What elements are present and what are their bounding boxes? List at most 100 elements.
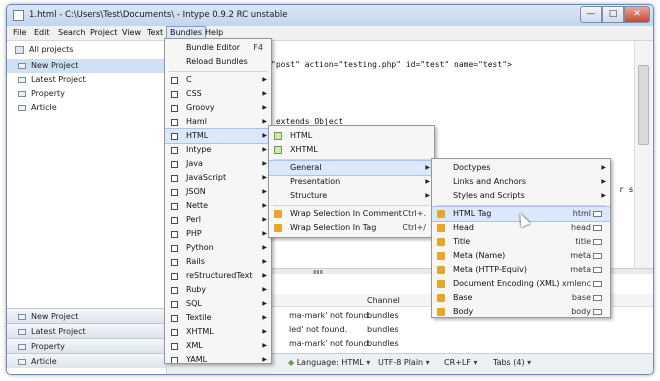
menu-item-styles-scripts[interactable]: Styles and Scripts ▶ bbox=[432, 189, 610, 203]
bundle-item[interactable]: reStructuredText ▶ bbox=[165, 269, 271, 283]
command-icon bbox=[274, 210, 282, 218]
console-message: ma-mark' not found. bbox=[289, 339, 372, 348]
bundle-icon bbox=[171, 343, 178, 350]
bundle-item[interactable]: Haml ▶ bbox=[165, 115, 271, 129]
bundle-icon bbox=[171, 161, 178, 168]
bundle-item-html[interactable]: HTML ▶ bbox=[165, 128, 271, 144]
snippet-item[interactable]: Document Encoding (XML) xmlenc bbox=[432, 277, 610, 291]
menu-file[interactable]: File bbox=[13, 28, 26, 37]
bundle-icon bbox=[171, 287, 178, 294]
sidebar-tab[interactable]: Latest Project bbox=[7, 323, 167, 338]
html-submenu: HTML XHTML General ▶ Presentation ▶ Struct… bbox=[268, 125, 435, 238]
project-icon bbox=[18, 344, 26, 350]
snippet-item[interactable]: Title title bbox=[432, 235, 610, 249]
menu-item-wrap-comment[interactable]: Wrap Selection In Comment Ctrl+. bbox=[269, 207, 434, 221]
bundle-icon bbox=[171, 147, 178, 154]
menu-item-reload-bundles[interactable]: Reload Bundles bbox=[165, 55, 271, 69]
snippet-item[interactable]: Meta (HTTP-Equiv) meta bbox=[432, 263, 610, 277]
menu-item-links-anchors[interactable]: Links and Anchors ▶ bbox=[432, 175, 610, 189]
snippet-item[interactable]: Meta (Name) meta bbox=[432, 249, 610, 263]
project-item[interactable]: Latest Project bbox=[7, 73, 167, 87]
command-icon bbox=[274, 224, 282, 232]
tab-key-icon bbox=[593, 308, 602, 315]
maximize-button[interactable]: □ bbox=[602, 6, 624, 23]
sidebar-tab[interactable]: Property bbox=[7, 338, 167, 353]
sidebar-tab[interactable]: New Project bbox=[7, 308, 167, 323]
snippet-icon bbox=[437, 294, 445, 302]
all-projects-header[interactable]: All projects bbox=[7, 43, 167, 57]
bundle-icon bbox=[171, 273, 178, 280]
project-item[interactable]: New Project bbox=[7, 59, 167, 73]
menu-item-xhtml[interactable]: XHTML bbox=[269, 143, 434, 157]
bundle-item[interactable]: YAML ▶ bbox=[165, 353, 271, 363]
menu-item-html[interactable]: HTML bbox=[269, 129, 434, 143]
line-ending-selector[interactable]: CR+LF ▾ bbox=[444, 358, 477, 367]
bundle-icon bbox=[171, 105, 178, 112]
menu-search[interactable]: Search bbox=[58, 28, 85, 37]
bundle-icon bbox=[171, 301, 178, 308]
tabs-selector[interactable]: Tabs (4) ▾ bbox=[493, 358, 531, 367]
snippet-item[interactable]: Body body bbox=[432, 305, 610, 317]
chevron-right-icon: ▶ bbox=[262, 132, 267, 139]
bundle-item[interactable]: Intype ▶ bbox=[165, 143, 271, 157]
bundle-item[interactable]: XHTML ▶ bbox=[165, 325, 271, 339]
bundle-item[interactable]: PHP ▶ bbox=[165, 227, 271, 241]
bundle-item[interactable]: Textile ▶ bbox=[165, 311, 271, 325]
menu-help[interactable]: Help bbox=[205, 28, 223, 37]
encoding-selector[interactable]: UTF-8 Plain ▾ bbox=[378, 358, 430, 367]
chevron-right-icon: ▶ bbox=[601, 192, 606, 199]
menu-item-structure[interactable]: Structure ▶ bbox=[269, 189, 434, 203]
menu-item-wrap-tag[interactable]: Wrap Selection In Tag Ctrl+/ bbox=[269, 221, 434, 235]
bundle-icon bbox=[171, 217, 178, 224]
bundle-icon bbox=[171, 77, 178, 84]
menu-bar: File Edit Search Project View Text Bundl… bbox=[7, 26, 653, 41]
project-item[interactable]: Article bbox=[7, 101, 167, 115]
scroll-thumb[interactable] bbox=[638, 65, 649, 145]
chevron-right-icon: ▶ bbox=[262, 174, 267, 181]
menu-item-doctypes[interactable]: Doctypes ▶ bbox=[432, 161, 610, 175]
bundle-item[interactable]: JavaScript ▶ bbox=[165, 171, 271, 185]
language-selector[interactable]: ◆ Language: HTML ▾ bbox=[288, 358, 370, 367]
project-icon bbox=[18, 77, 26, 83]
menu-edit[interactable]: Edit bbox=[34, 28, 50, 37]
bundle-item[interactable]: SQL ▶ bbox=[165, 297, 271, 311]
minimize-button[interactable]: — bbox=[580, 6, 602, 23]
menu-view[interactable]: View bbox=[122, 28, 141, 37]
menu-item-general[interactable]: General ▶ bbox=[269, 160, 434, 176]
menu-item-bundle-editor[interactable]: Bundle Editor F4 bbox=[165, 41, 271, 55]
snippet-icon bbox=[437, 210, 445, 218]
project-item[interactable]: Property bbox=[7, 87, 167, 101]
menu-text[interactable]: Text bbox=[147, 28, 163, 37]
bundle-item[interactable]: Ruby ▶ bbox=[165, 283, 271, 297]
bundle-item[interactable]: Rails ▶ bbox=[165, 255, 271, 269]
bundle-icon bbox=[171, 231, 178, 238]
bundle-icon bbox=[171, 357, 178, 363]
bundle-item[interactable]: JSON ▶ bbox=[165, 185, 271, 199]
menu-separator bbox=[169, 71, 267, 72]
bundle-item[interactable]: XML ▶ bbox=[165, 339, 271, 353]
chevron-right-icon: ▶ bbox=[601, 164, 606, 171]
editor-vertical-scrollbar[interactable] bbox=[634, 41, 652, 268]
menu-project[interactable]: Project bbox=[90, 28, 117, 37]
bundle-item[interactable]: Groovy ▶ bbox=[165, 101, 271, 115]
bundle-item[interactable]: Python ▶ bbox=[165, 241, 271, 255]
chevron-right-icon: ▶ bbox=[262, 328, 267, 335]
bundle-item[interactable]: Nette ▶ bbox=[165, 199, 271, 213]
chevron-right-icon: ▶ bbox=[262, 202, 267, 209]
bundle-item[interactable]: CSS ▶ bbox=[165, 87, 271, 101]
menu-item-presentation[interactable]: Presentation ▶ bbox=[269, 175, 434, 189]
console-channel: bundles bbox=[367, 311, 399, 320]
chevron-right-icon: ▶ bbox=[425, 178, 430, 185]
snippet-icon bbox=[274, 146, 282, 154]
bundle-item[interactable]: C ▶ bbox=[165, 73, 271, 87]
channel-column-header[interactable]: Channel bbox=[367, 296, 400, 305]
snippet-icon bbox=[437, 280, 445, 288]
close-button[interactable]: ✕ bbox=[624, 6, 650, 23]
bundle-item[interactable]: Perl ▶ bbox=[165, 213, 271, 227]
bundle-item[interactable]: Java ▶ bbox=[165, 157, 271, 171]
project-icon bbox=[18, 91, 26, 97]
window-title: 1.html - C:\Users\Test\Documents\ - Inty… bbox=[29, 10, 288, 20]
snippet-item[interactable]: Base base bbox=[432, 291, 610, 305]
sidebar-tab[interactable]: Article bbox=[7, 353, 167, 368]
chevron-right-icon: ▶ bbox=[262, 146, 267, 153]
